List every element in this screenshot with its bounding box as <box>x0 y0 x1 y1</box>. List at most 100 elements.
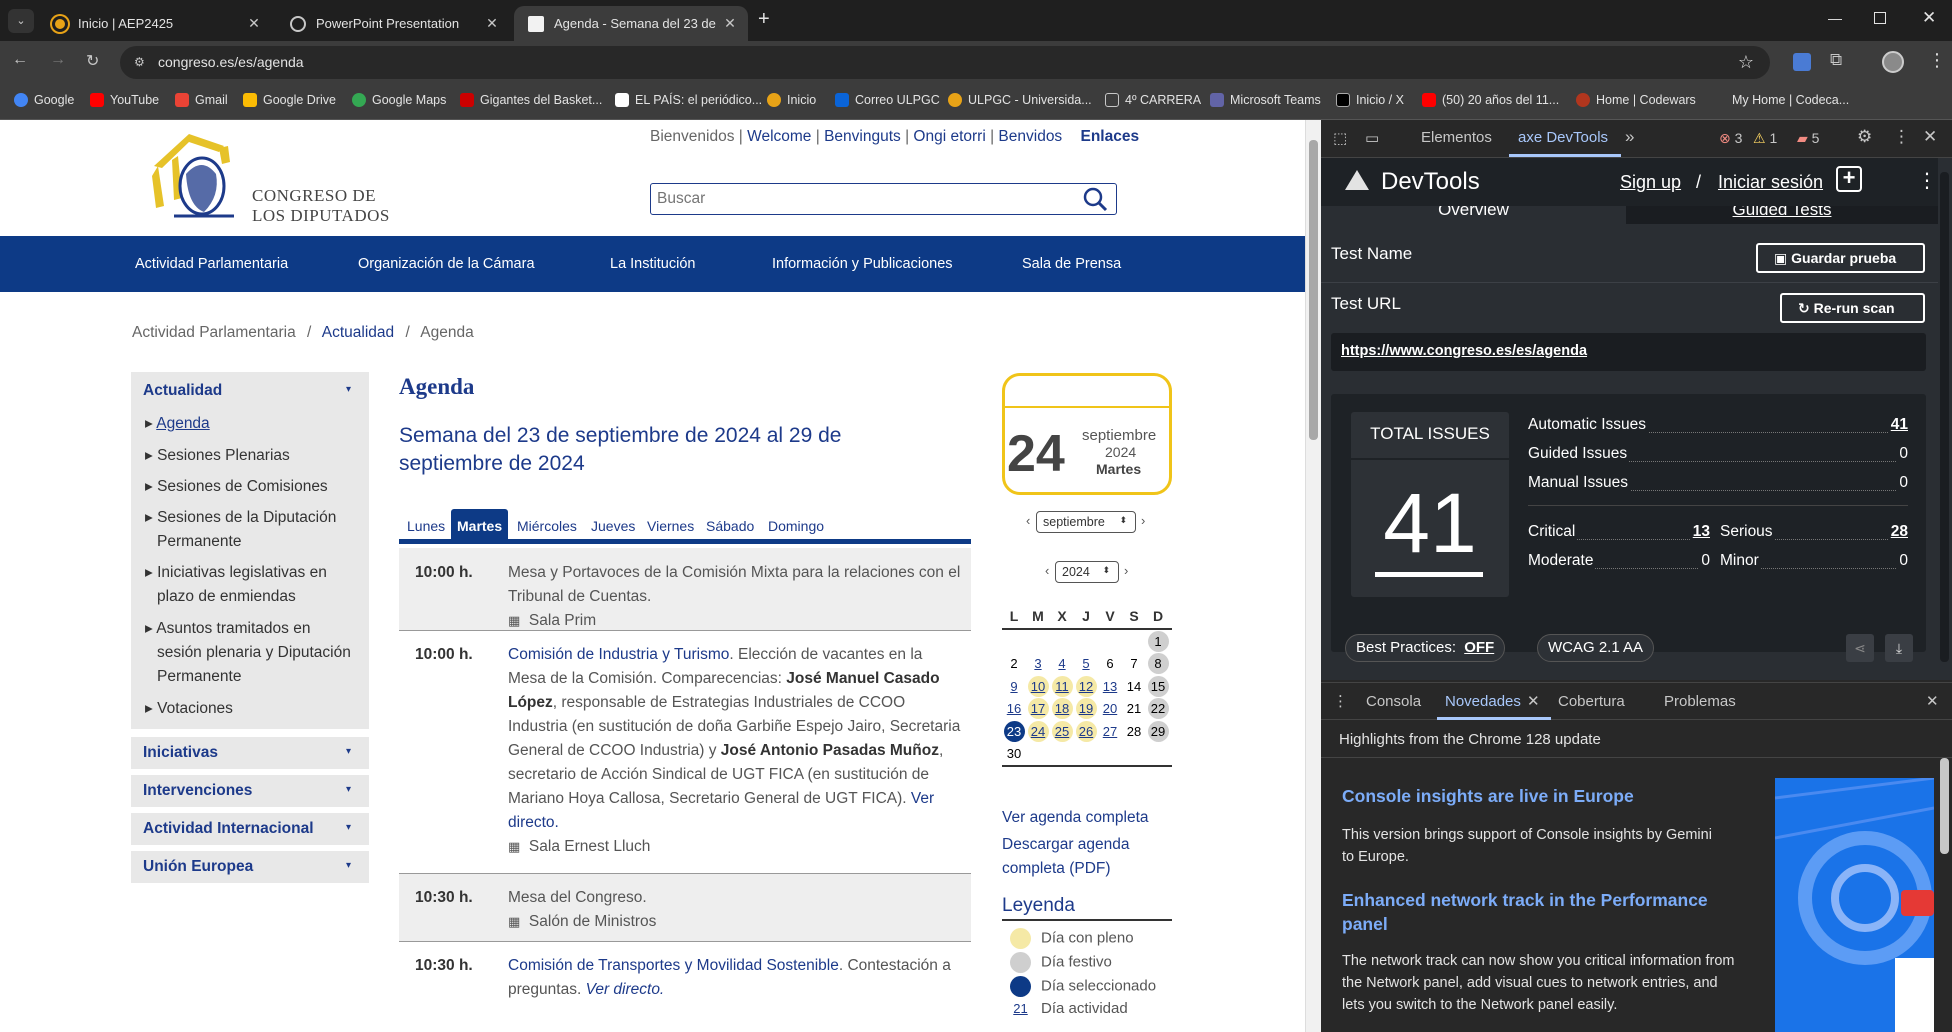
close-icon[interactable]: ✕ <box>720 15 740 32</box>
bookmark-elpais[interactable]: EL PAÍS: el periódico... <box>615 93 762 107</box>
bookmark-teams[interactable]: Microsoft Teams <box>1210 93 1321 107</box>
enlaces-link[interactable]: Enlaces <box>1081 128 1140 145</box>
issues-count[interactable]: ▰ 5 <box>1797 130 1819 147</box>
calendar-day[interactable]: 8 <box>1147 653 1169 675</box>
avatar[interactable] <box>1882 51 1904 73</box>
close-icon[interactable]: ✕ <box>482 15 502 32</box>
sidebar-item-sesiones-plenarias[interactable]: ▸ Sesiones Plenarias <box>145 444 355 468</box>
calendar-day[interactable]: 19 <box>1075 698 1097 720</box>
calendar-day[interactable]: 27 <box>1100 721 1121 742</box>
calendar-day[interactable]: 3 <box>1028 653 1049 674</box>
new-tab-button[interactable]: + <box>758 8 770 31</box>
calendar-day[interactable]: 23 <box>1003 720 1025 742</box>
chrome-update-thumbnail[interactable] <box>1775 778 1934 1032</box>
calendar-day[interactable]: 12 <box>1075 675 1097 697</box>
settings-gear-icon[interactable]: ⚙ <box>1857 127 1872 147</box>
axe-menu-kebab-icon[interactable]: ⋮ <box>1917 168 1937 193</box>
tab-domingo[interactable]: Domingo <box>768 518 824 534</box>
bookmark-codecademy[interactable]: My Home | Codeca... <box>1712 93 1849 107</box>
drawer-tab-problemas[interactable]: Problemas <box>1664 693 1736 710</box>
sidebar-item-sesiones-comisiones[interactable]: ▸ Sesiones de Comisiones <box>145 475 355 499</box>
calendar-day[interactable]: 17 <box>1027 698 1049 720</box>
bookmark-maps[interactable]: Google Maps <box>352 93 446 107</box>
bookmark-inicio[interactable]: Inicio <box>767 93 816 107</box>
calendar-day[interactable]: 22 <box>1147 698 1169 720</box>
calendar-day[interactable]: 10 <box>1027 675 1049 697</box>
bookmark-star-icon[interactable]: ☆ <box>1738 46 1754 79</box>
close-devtools-icon[interactable]: ✕ <box>1923 127 1937 147</box>
bookmark-drive[interactable]: Google Drive <box>243 93 336 107</box>
sign-up-link[interactable]: Sign up <box>1620 172 1681 193</box>
automatic-issues-value[interactable]: 41 <box>1887 416 1908 434</box>
whats-new-heading-1[interactable]: Console insights are live in Europe <box>1342 786 1762 807</box>
calendar-day[interactable]: 15 <box>1147 675 1169 697</box>
warning-count[interactable]: ⚠ 1 <box>1753 130 1777 147</box>
tab-axe-devtools[interactable]: axe DevTools <box>1518 129 1608 146</box>
year-select[interactable]: 2024 ⬍ <box>1055 561 1119 583</box>
bookmark-ulpgc[interactable]: ULPGC - Universida... <box>948 93 1092 107</box>
lang-ca[interactable]: Benvinguts <box>824 128 901 145</box>
download-icon[interactable]: ⤓ <box>1885 634 1913 662</box>
breadcrumb-item-actualidad[interactable]: Actualidad <box>322 324 394 341</box>
more-tabs-icon[interactable]: » <box>1625 127 1634 147</box>
reload-icon[interactable]: ↻ <box>86 51 99 71</box>
nav-sala-prensa[interactable]: Sala de Prensa <box>1022 256 1121 272</box>
next-year-icon[interactable]: › <box>1124 563 1128 578</box>
inspect-icon[interactable]: ⬚ <box>1333 129 1347 147</box>
add-icon[interactable]: + <box>1836 166 1862 192</box>
sidebar-section-actualidad[interactable]: Actualidad <box>143 382 222 400</box>
calendar-day[interactable]: 13 <box>1100 676 1121 697</box>
error-count[interactable]: ⊗ 3 <box>1719 130 1742 147</box>
calendar-day[interactable]: 18 <box>1051 698 1073 720</box>
calendar-day[interactable]: 26 <box>1075 720 1097 742</box>
axe-scrollbar-thumb[interactable] <box>1940 172 1949 662</box>
maximize-button[interactable] <box>1874 12 1886 24</box>
page-scrollbar-track[interactable] <box>1305 120 1321 1032</box>
prev-month-icon[interactable]: ‹ <box>1026 513 1030 528</box>
calendar-day[interactable]: 20 <box>1100 698 1121 719</box>
live-link[interactable]: Ver directo. <box>586 981 665 998</box>
close-novedades-icon[interactable]: ✕ <box>1527 692 1540 710</box>
site-info-icon[interactable]: ⚙ <box>134 46 145 79</box>
sidebar-section-intervenciones[interactable]: Intervenciones ▾ <box>131 775 369 807</box>
calendar-day[interactable]: 4 <box>1052 653 1073 674</box>
nav-informacion[interactable]: Información y Publicaciones <box>772 256 953 272</box>
rerun-scan-button[interactable]: ↻ Re-run scan <box>1780 293 1925 323</box>
calendar-day[interactable]: 25 <box>1051 720 1073 742</box>
calendar-day[interactable]: 7 <box>1124 653 1145 674</box>
sidebar-item-diputacion-permanente[interactable]: ▸ Sesiones de la Diputación Permanente <box>145 506 355 554</box>
nav-organizacion[interactable]: Organización de la Cámara <box>358 256 535 272</box>
next-month-icon[interactable]: › <box>1141 513 1145 528</box>
tab-lunes[interactable]: Lunes <box>407 518 445 534</box>
calendar-day[interactable]: 16 <box>1004 698 1025 719</box>
drawer-scrollbar-thumb[interactable] <box>1940 758 1949 854</box>
drawer-menu-kebab-icon[interactable]: ⋮ <box>1333 692 1348 710</box>
calendar-day[interactable]: 14 <box>1124 676 1145 697</box>
save-test-button[interactable]: ▣ Guardar prueba <box>1756 243 1925 273</box>
login-link[interactable]: Iniciar sesión <box>1718 172 1823 193</box>
drawer-tab-novedades[interactable]: Novedades <box>1445 693 1521 710</box>
drawer-tab-cobertura[interactable]: Cobertura <box>1558 693 1625 710</box>
menu-kebab-icon[interactable]: ⋮ <box>1928 50 1946 71</box>
search-input[interactable] <box>657 188 1057 210</box>
sidebar-item-votaciones[interactable]: ▸ Votaciones <box>145 697 355 721</box>
address-bar[interactable]: ⚙ congreso.es/es/agenda ☆ <box>120 46 1770 79</box>
tab-martes[interactable]: Martes <box>451 509 509 539</box>
lang-eu[interactable]: Ongi etorri <box>913 128 985 145</box>
test-url-box[interactable]: https://www.congreso.es/es/agenda <box>1331 333 1926 371</box>
tab-aep2425[interactable]: Inicio | AEP2425 ✕ <box>38 6 272 41</box>
download-agenda-link[interactable]: Descargar agenda completa (PDF) <box>1002 833 1152 881</box>
sidebar-item-agenda[interactable]: ▸ Agenda <box>145 412 355 436</box>
sidebar-section-union-europea[interactable]: Unión Europea ▾ <box>131 851 369 883</box>
calendar-day[interactable]: 29 <box>1147 720 1169 742</box>
lang-es[interactable]: Bienvenidos <box>650 128 734 145</box>
sidebar-item-asuntos-tramitados[interactable]: ▸ Asuntos tramitados en sesión plenaria … <box>145 617 355 689</box>
tab-search-button[interactable]: ⌄ <box>8 9 34 33</box>
bookmark-google[interactable]: Google <box>14 93 74 107</box>
sidebar-section-iniciativas[interactable]: Iniciativas ▾ <box>131 737 369 769</box>
tab-miercoles[interactable]: Miércoles <box>517 518 577 534</box>
calendar-day[interactable]: 11 <box>1051 675 1073 697</box>
bookmark-gmail[interactable]: Gmail <box>175 93 228 107</box>
calendar-day[interactable]: 6 <box>1100 653 1121 674</box>
nav-institucion[interactable]: La Institución <box>610 256 695 272</box>
